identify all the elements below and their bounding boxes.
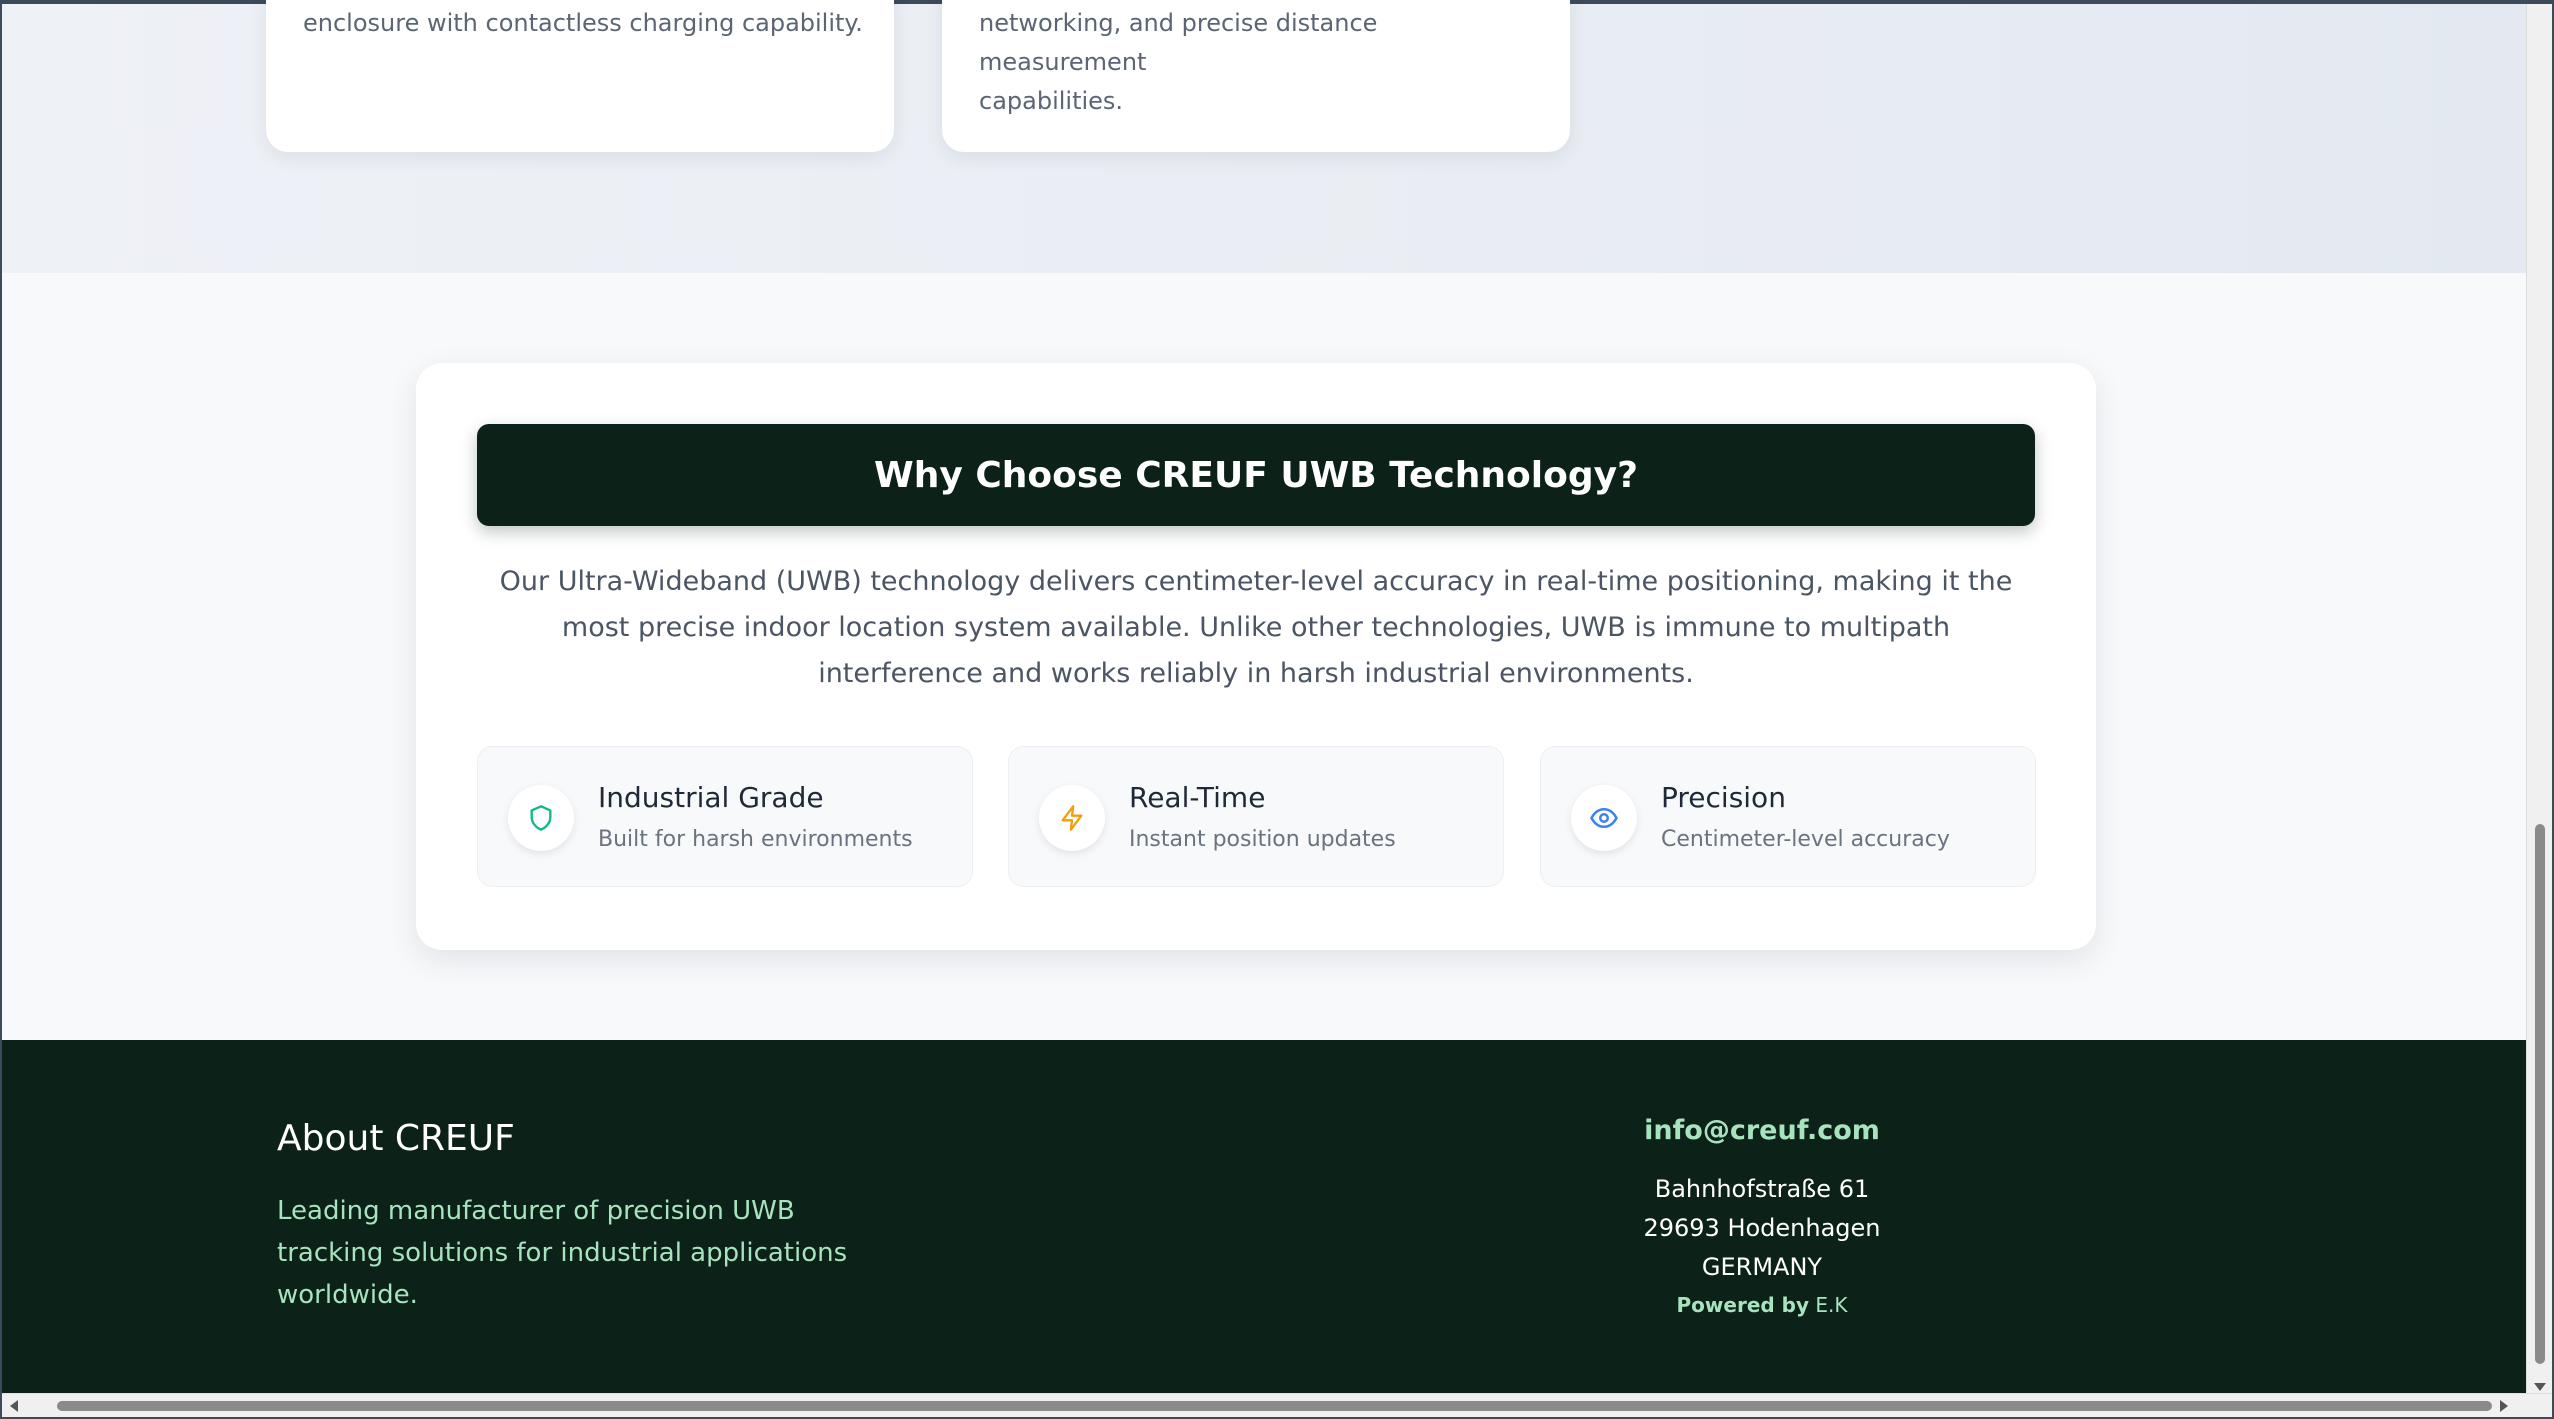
scroll-down-arrow-icon[interactable] <box>2534 1383 2546 1391</box>
footer-contact: info@creuf.com Bahnhofstraße 61 29693 Ho… <box>1562 1115 1962 1317</box>
vertical-scrollbar-thumb[interactable] <box>2535 824 2545 1364</box>
scroll-left-arrow-icon[interactable] <box>10 1400 18 1412</box>
feature-subtitle: Centimeter-level accuracy <box>1661 827 1950 852</box>
email-link[interactable]: info@creuf.com <box>1562 1115 1962 1146</box>
address-street: Bahnhofstraße 61 <box>1654 1175 1870 1203</box>
feature-subtitle: Instant position updates <box>1129 827 1396 852</box>
feature-industrial-grade: Industrial Grade Built for harsh environ… <box>477 746 973 887</box>
feature-title: Precision <box>1661 781 1786 814</box>
why-choose-description: Our Ultra-Wideband (UWB) technology deli… <box>499 566 2013 689</box>
horizontal-scrollbar-thumb[interactable] <box>57 1401 2492 1411</box>
powered-by-link[interactable]: E.K <box>1815 1293 1847 1317</box>
why-choose-header: Why Choose CREUF UWB Technology? <box>477 424 2035 526</box>
powered-by: Powered by E.K <box>1562 1293 1962 1317</box>
product-description: enclosure with contactless charging capa… <box>303 9 863 37</box>
feature-precision: Precision Centimeter-level accuracy <box>1540 746 2036 887</box>
feature-real-time: Real-Time Instant position updates <box>1008 746 1504 887</box>
eye-icon <box>1571 785 1637 851</box>
why-choose-section: Why Choose CREUF UWB Technology? Our Ult… <box>2 273 2526 1040</box>
powered-by-prefix: Powered by <box>1676 1293 1810 1317</box>
product-card: enclosure with contactless charging capa… <box>266 0 894 152</box>
shield-icon <box>508 785 574 851</box>
why-choose-title: Why Choose CREUF UWB Technology? <box>874 454 1638 496</box>
feature-title: Industrial Grade <box>598 781 824 814</box>
product-description-line: capabilities. <box>979 87 1124 115</box>
footer: About CREUF Leading manufacturer of prec… <box>2 1040 2526 1398</box>
product-description: networking, and precise distance measure… <box>979 4 1519 121</box>
address-country: GERMANY <box>1701 1253 1823 1281</box>
feature-title: Real-Time <box>1129 781 1266 814</box>
feature-subtitle: Built for harsh environments <box>598 827 913 852</box>
why-choose-card: Why Choose CREUF UWB Technology? Our Ult… <box>416 363 2096 950</box>
lightning-icon <box>1039 785 1105 851</box>
scroll-right-arrow-icon[interactable] <box>2500 1400 2508 1412</box>
horizontal-scrollbar[interactable] <box>2 1393 2552 1417</box>
footer-about-title: About CREUF <box>277 1118 515 1159</box>
products-section: enclosure with contactless charging capa… <box>2 0 2526 273</box>
product-description-line: networking, and precise distance measure… <box>979 9 1378 76</box>
address-city: 29693 Hodenhagen <box>1643 1214 1881 1242</box>
footer-about-text: Leading manufacturer of precision UWB tr… <box>277 1196 848 1310</box>
product-card: networking, and precise distance measure… <box>942 0 1570 152</box>
vertical-scrollbar[interactable] <box>2526 4 2552 1397</box>
